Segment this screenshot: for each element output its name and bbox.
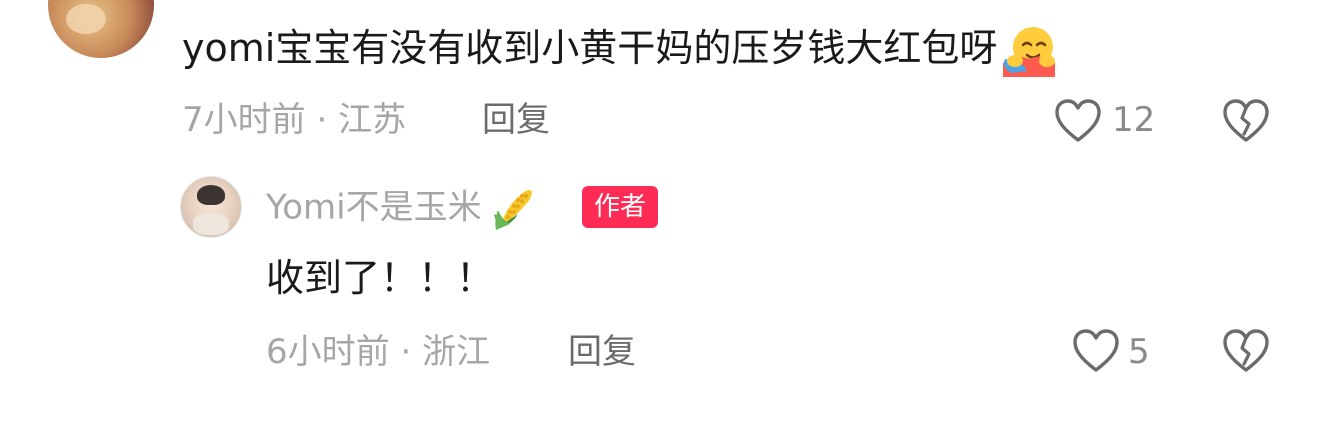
reply-username-row: Yomi不是玉米: [266, 184, 538, 234]
comment-dislike-broken-heart-icon[interactable]: [1222, 98, 1270, 144]
reply-body: 收到了！！！: [266, 256, 495, 300]
comment-location: 江苏: [338, 100, 407, 140]
comment-body: yomi宝宝有没有收到小黄干妈的压岁钱大红包呀: [182, 22, 1059, 79]
comment-text: yomi宝宝有没有收到小黄干妈的压岁钱大红包呀: [182, 26, 998, 70]
reply-time: 6小时前: [266, 332, 390, 372]
reply-like-count: 5: [1128, 332, 1150, 372]
comment-time: 7小时前: [182, 100, 306, 140]
commenter-avatar[interactable]: [48, 0, 154, 58]
comment-reply-button[interactable]: 回复: [482, 98, 550, 142]
comment-like-count: 12: [1112, 100, 1156, 140]
reply-meta: 6小时前 · 浙江: [266, 330, 490, 374]
reply-location: 浙江: [422, 332, 491, 372]
meta-separator: ·: [389, 332, 423, 372]
meta-separator: ·: [305, 100, 339, 140]
hugging-face-emoji-icon: [1003, 26, 1056, 77]
comment-like-heart-icon[interactable]: [1054, 98, 1102, 144]
comment-meta: 7小时前 · 江苏: [182, 98, 406, 142]
reply-like-heart-icon[interactable]: [1072, 328, 1120, 374]
author-badge: 作者: [582, 186, 659, 228]
reply-username[interactable]: Yomi不是玉米: [266, 188, 482, 228]
replier-avatar[interactable]: [180, 176, 242, 238]
reply-dislike-broken-heart-icon[interactable]: [1222, 328, 1270, 374]
reply-reply-button[interactable]: 回复: [568, 330, 636, 374]
corn-emoji-icon: [493, 190, 532, 230]
